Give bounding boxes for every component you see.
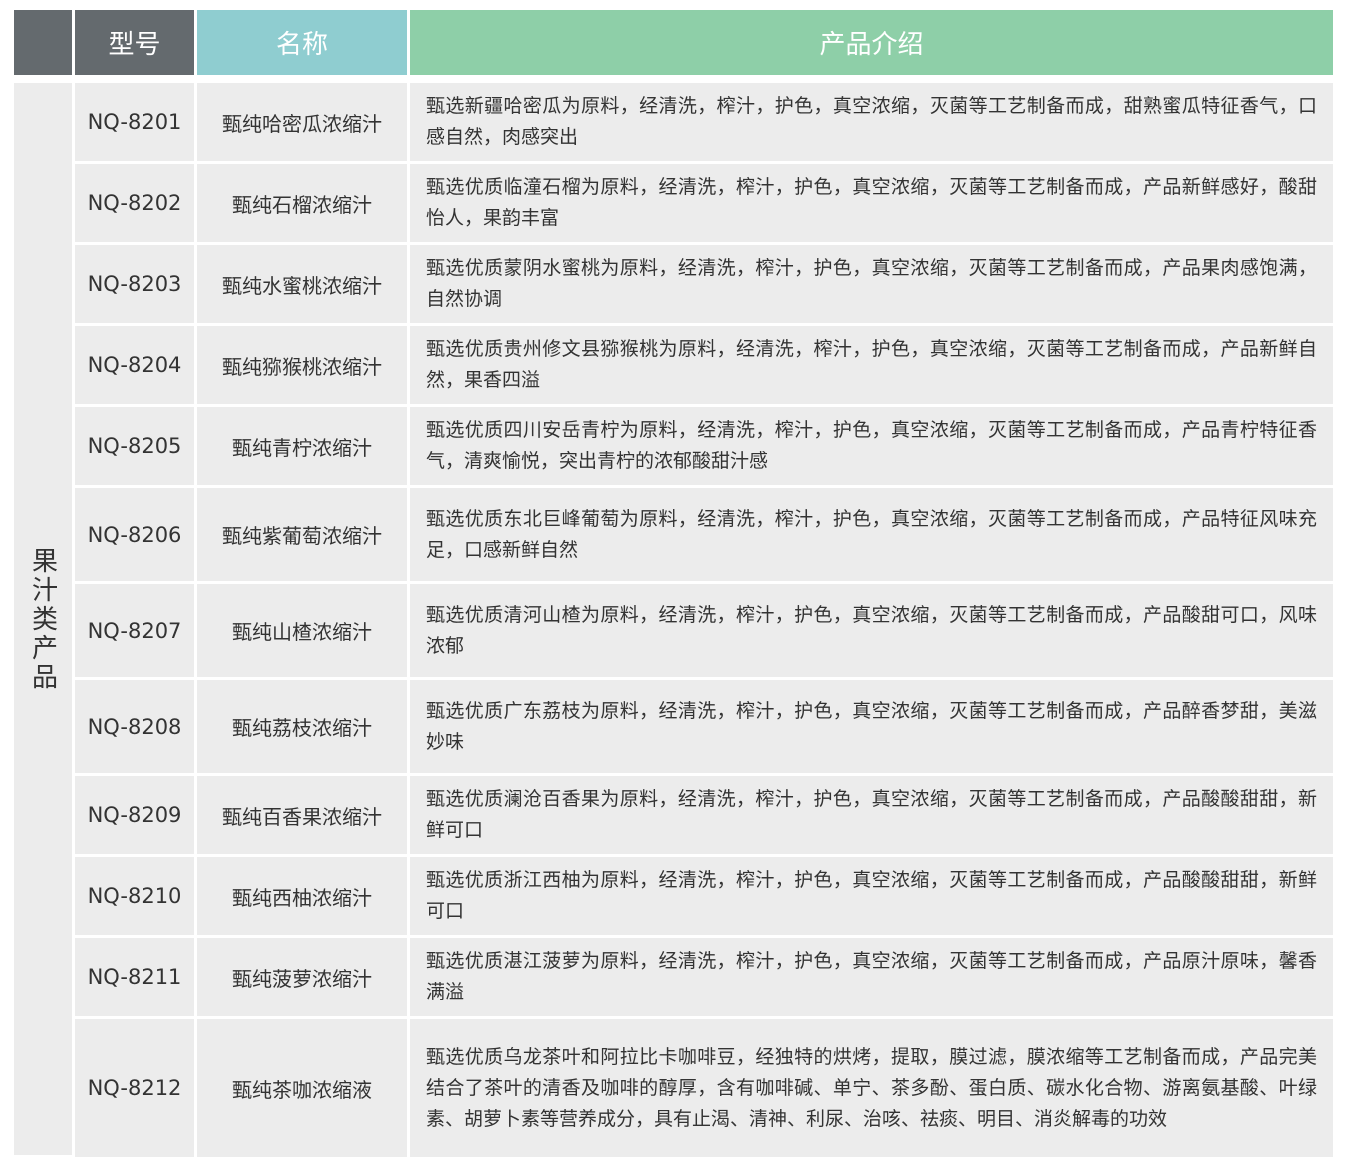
table-header: 型号 名称 产品介绍 xyxy=(14,10,1333,75)
cell-desc: 甄选优质四川安岳青柠为原料，经清洗，榨汁，护色，真空浓缩，灭菌等工艺制备而成，产… xyxy=(410,407,1333,485)
cell-name: 甄纯荔枝浓缩汁 xyxy=(197,680,407,773)
cell-model: NQ-8201 xyxy=(75,83,194,161)
table-rows: NQ-8201 甄纯哈密瓜浓缩汁 甄选新疆哈密瓜为原料，经清洗，榨汁，护色，真空… xyxy=(75,83,1333,1157)
cell-desc: 甄选优质广东荔枝为原料，经清洗，榨汁，护色，真空浓缩，灭菌等工艺制备而成，产品醉… xyxy=(410,680,1333,773)
cell-name: 甄纯茶咖浓缩液 xyxy=(197,1019,407,1157)
table-row: NQ-8207 甄纯山楂浓缩汁 甄选优质清河山楂为原料，经清洗，榨汁，护色，真空… xyxy=(75,584,1333,677)
cell-model: NQ-8212 xyxy=(75,1019,194,1157)
cell-desc: 甄选优质清河山楂为原料，经清洗，榨汁，护色，真空浓缩，灭菌等工艺制备而成，产品酸… xyxy=(410,584,1333,677)
table-row: NQ-8208 甄纯荔枝浓缩汁 甄选优质广东荔枝为原料，经清洗，榨汁，护色，真空… xyxy=(75,680,1333,773)
cell-name: 甄纯青柠浓缩汁 xyxy=(197,407,407,485)
cell-model: NQ-8211 xyxy=(75,938,194,1016)
cell-name: 甄纯石榴浓缩汁 xyxy=(197,164,407,242)
cell-model: NQ-8210 xyxy=(75,857,194,935)
cell-desc: 甄选优质东北巨峰葡萄为原料，经清洗，榨汁，护色，真空浓缩，灭菌等工艺制备而成，产… xyxy=(410,488,1333,581)
table-row: NQ-8201 甄纯哈密瓜浓缩汁 甄选新疆哈密瓜为原料，经清洗，榨汁，护色，真空… xyxy=(75,83,1333,161)
header-name: 名称 xyxy=(197,10,407,75)
table-row: NQ-8204 甄纯猕猴桃浓缩汁 甄选优质贵州修文县猕猴桃为原料，经清洗，榨汁，… xyxy=(75,326,1333,404)
header-blank-cell xyxy=(14,10,72,75)
table-row: NQ-8202 甄纯石榴浓缩汁 甄选优质临潼石榴为原料，经清洗，榨汁，护色，真空… xyxy=(75,164,1333,242)
cell-model: NQ-8203 xyxy=(75,245,194,323)
category-cell: 果汁类产品 xyxy=(14,83,72,1155)
cell-model: NQ-8209 xyxy=(75,776,194,854)
cell-model: NQ-8208 xyxy=(75,680,194,773)
cell-name: 甄纯西柚浓缩汁 xyxy=(197,857,407,935)
cell-name: 甄纯菠萝浓缩汁 xyxy=(197,938,407,1016)
cell-name: 甄纯水蜜桃浓缩汁 xyxy=(197,245,407,323)
cell-desc: 甄选新疆哈密瓜为原料，经清洗，榨汁，护色，真空浓缩，灭菌等工艺制备而成，甜熟蜜瓜… xyxy=(410,83,1333,161)
cell-name: 甄纯百香果浓缩汁 xyxy=(197,776,407,854)
table-row: NQ-8209 甄纯百香果浓缩汁 甄选优质澜沧百香果为原料，经清洗，榨汁，护色，… xyxy=(75,776,1333,854)
cell-desc: 甄选优质贵州修文县猕猴桃为原料，经清洗，榨汁，护色，真空浓缩，灭菌等工艺制备而成… xyxy=(410,326,1333,404)
header-model: 型号 xyxy=(75,10,194,75)
cell-model: NQ-8207 xyxy=(75,584,194,677)
cell-model: NQ-8204 xyxy=(75,326,194,404)
cell-desc: 甄选优质乌龙茶叶和阿拉比卡咖啡豆，经独特的烘烤，提取，膜过滤，膜浓缩等工艺制备而… xyxy=(410,1019,1333,1157)
cell-name: 甄纯紫葡萄浓缩汁 xyxy=(197,488,407,581)
table-row: NQ-8210 甄纯西柚浓缩汁 甄选优质浙江西柚为原料，经清洗，榨汁，护色，真空… xyxy=(75,857,1333,935)
cell-desc: 甄选优质临潼石榴为原料，经清洗，榨汁，护色，真空浓缩，灭菌等工艺制备而成，产品新… xyxy=(410,164,1333,242)
cell-name: 甄纯哈密瓜浓缩汁 xyxy=(197,83,407,161)
table-body: 果汁类产品 NQ-8201 甄纯哈密瓜浓缩汁 甄选新疆哈密瓜为原料，经清洗，榨汁… xyxy=(14,83,1333,1157)
product-table: 型号 名称 产品介绍 果汁类产品 NQ-8201 甄纯哈密瓜浓缩汁 甄选新疆哈密… xyxy=(14,10,1333,1157)
table-row: NQ-8206 甄纯紫葡萄浓缩汁 甄选优质东北巨峰葡萄为原料，经清洗，榨汁，护色… xyxy=(75,488,1333,581)
cell-desc: 甄选优质澜沧百香果为原料，经清洗，榨汁，护色，真空浓缩，灭菌等工艺制备而成，产品… xyxy=(410,776,1333,854)
cell-desc: 甄选优质浙江西柚为原料，经清洗，榨汁，护色，真空浓缩，灭菌等工艺制备而成，产品酸… xyxy=(410,857,1333,935)
table-row: NQ-8211 甄纯菠萝浓缩汁 甄选优质湛江菠萝为原料，经清洗，榨汁，护色，真空… xyxy=(75,938,1333,1016)
table-row: NQ-8212 甄纯茶咖浓缩液 甄选优质乌龙茶叶和阿拉比卡咖啡豆，经独特的烘烤，… xyxy=(75,1019,1333,1157)
cell-desc: 甄选优质蒙阴水蜜桃为原料，经清洗，榨汁，护色，真空浓缩，灭菌等工艺制备而成，产品… xyxy=(410,245,1333,323)
cell-name: 甄纯山楂浓缩汁 xyxy=(197,584,407,677)
header-intro: 产品介绍 xyxy=(410,10,1333,75)
category-label: 果汁类产品 xyxy=(27,546,58,692)
cell-model: NQ-8202 xyxy=(75,164,194,242)
table-row: NQ-8203 甄纯水蜜桃浓缩汁 甄选优质蒙阴水蜜桃为原料，经清洗，榨汁，护色，… xyxy=(75,245,1333,323)
cell-model: NQ-8205 xyxy=(75,407,194,485)
cell-desc: 甄选优质湛江菠萝为原料，经清洗，榨汁，护色，真空浓缩，灭菌等工艺制备而成，产品原… xyxy=(410,938,1333,1016)
cell-name: 甄纯猕猴桃浓缩汁 xyxy=(197,326,407,404)
table-row: NQ-8205 甄纯青柠浓缩汁 甄选优质四川安岳青柠为原料，经清洗，榨汁，护色，… xyxy=(75,407,1333,485)
cell-model: NQ-8206 xyxy=(75,488,194,581)
